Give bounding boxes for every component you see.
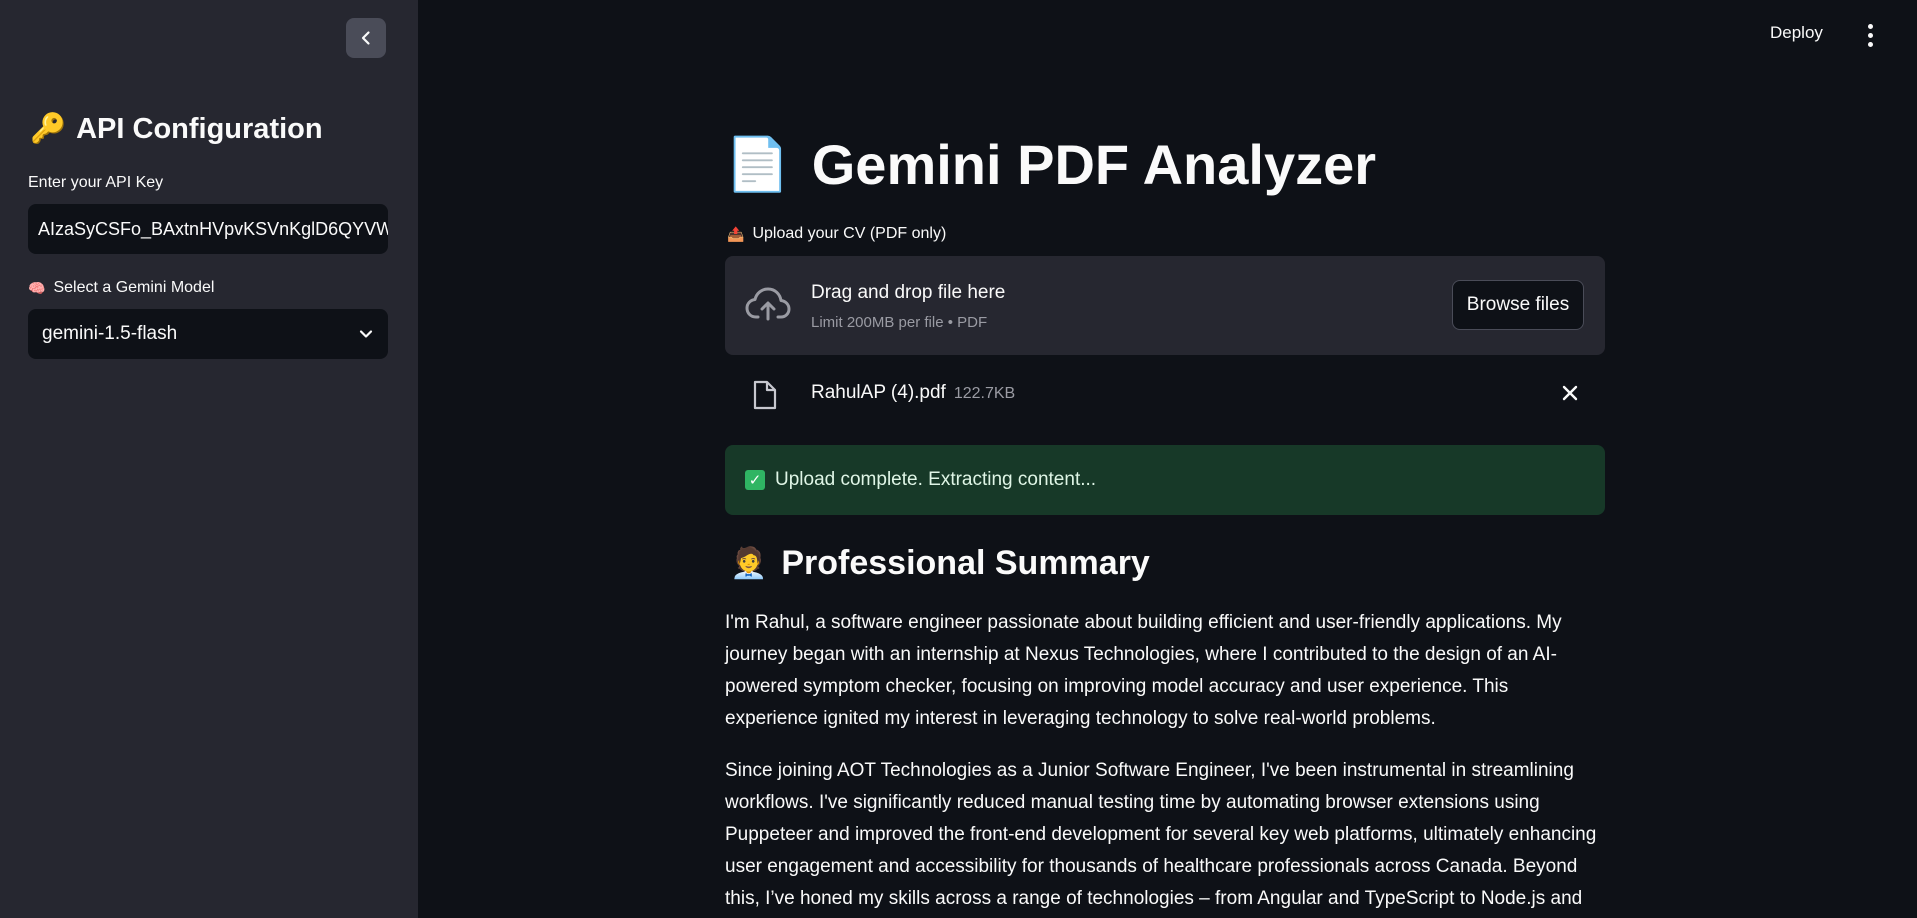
brain-icon: 🧠 (28, 279, 46, 296)
check-icon: ✓ (745, 470, 765, 490)
sidebar-title-text: API Configuration (76, 112, 323, 145)
file-name: RahulAP (4).pdf 122.7KB (811, 382, 1015, 404)
summary-paragraph-2: Since joining AOT Technologies as a Juni… (725, 760, 1597, 909)
vertical-dots-icon (1867, 23, 1873, 29)
api-key-label: Enter your API Key (28, 174, 164, 191)
model-label-text: Select a Gemini Model (53, 279, 215, 296)
file-dropzone[interactable]: Drag and drop file here Limit 200MB per … (725, 256, 1605, 355)
document-icon: 📄 (725, 136, 790, 194)
vertical-dots-icon-dot (1867, 41, 1873, 47)
deploy-button[interactable]: Deploy (1770, 23, 1823, 43)
sidebar-title: 🔑 API Configuration (30, 112, 323, 146)
vertical-dots-icon-dot (1867, 32, 1873, 38)
model-select[interactable]: gemini-1.5-flash (28, 309, 388, 359)
section-heading: 🧑‍💼 Professional Summary (730, 544, 1150, 583)
model-selected-value: gemini-1.5-flash (42, 323, 178, 344)
success-alert: ✓ Upload complete. Extracting content... (725, 445, 1605, 515)
chevron-down-icon (359, 330, 373, 338)
upload-label-text: Upload your CV (PDF only) (752, 225, 947, 242)
main-menu-button[interactable] (1860, 22, 1880, 48)
file-icon (753, 380, 777, 410)
api-key-input[interactable]: AIzaSyCSFo_BAxtnHVpvKSVnKglD6QYVW (28, 204, 388, 254)
browse-files-button[interactable]: Browse files (1452, 280, 1584, 330)
sidebar: 🔑 API Configuration Enter your API Key A… (0, 0, 418, 918)
uploaded-file-row: RahulAP (4).pdf 122.7KB (725, 370, 1605, 418)
file-name-text: RahulAP (4).pdf (811, 382, 946, 403)
page-title-text: Gemini PDF Analyzer (811, 133, 1377, 196)
cloud-upload-icon[interactable] (745, 286, 791, 322)
outbox-icon: 📤 (727, 225, 745, 242)
alert-text: Upload complete. Extracting content... (775, 469, 1097, 490)
page-title: 📄 Gemini PDF Analyzer (725, 132, 1376, 197)
app: 🔑 API Configuration Enter your API Key A… (0, 0, 1917, 918)
model-label: 🧠 Select a Gemini Model (28, 279, 214, 297)
section-heading-text: Professional Summary (781, 544, 1150, 582)
office-worker-icon: 🧑‍💼 (730, 547, 768, 580)
file-size: 122.7KB (953, 385, 1016, 402)
chevron-left-icon (361, 31, 370, 45)
collapse-sidebar-button[interactable] (346, 18, 386, 58)
summary-paragraph-1: I'm Rahul, a software engineer passionat… (725, 612, 1562, 729)
key-icon: 🔑 (30, 113, 67, 145)
dropzone-subtitle: Limit 200MB per file • PDF (811, 314, 988, 331)
close-icon[interactable] (1561, 384, 1579, 402)
upload-label: 📤 Upload your CV (PDF only) (727, 225, 946, 243)
dropzone-title: Drag and drop file here (811, 282, 1006, 303)
